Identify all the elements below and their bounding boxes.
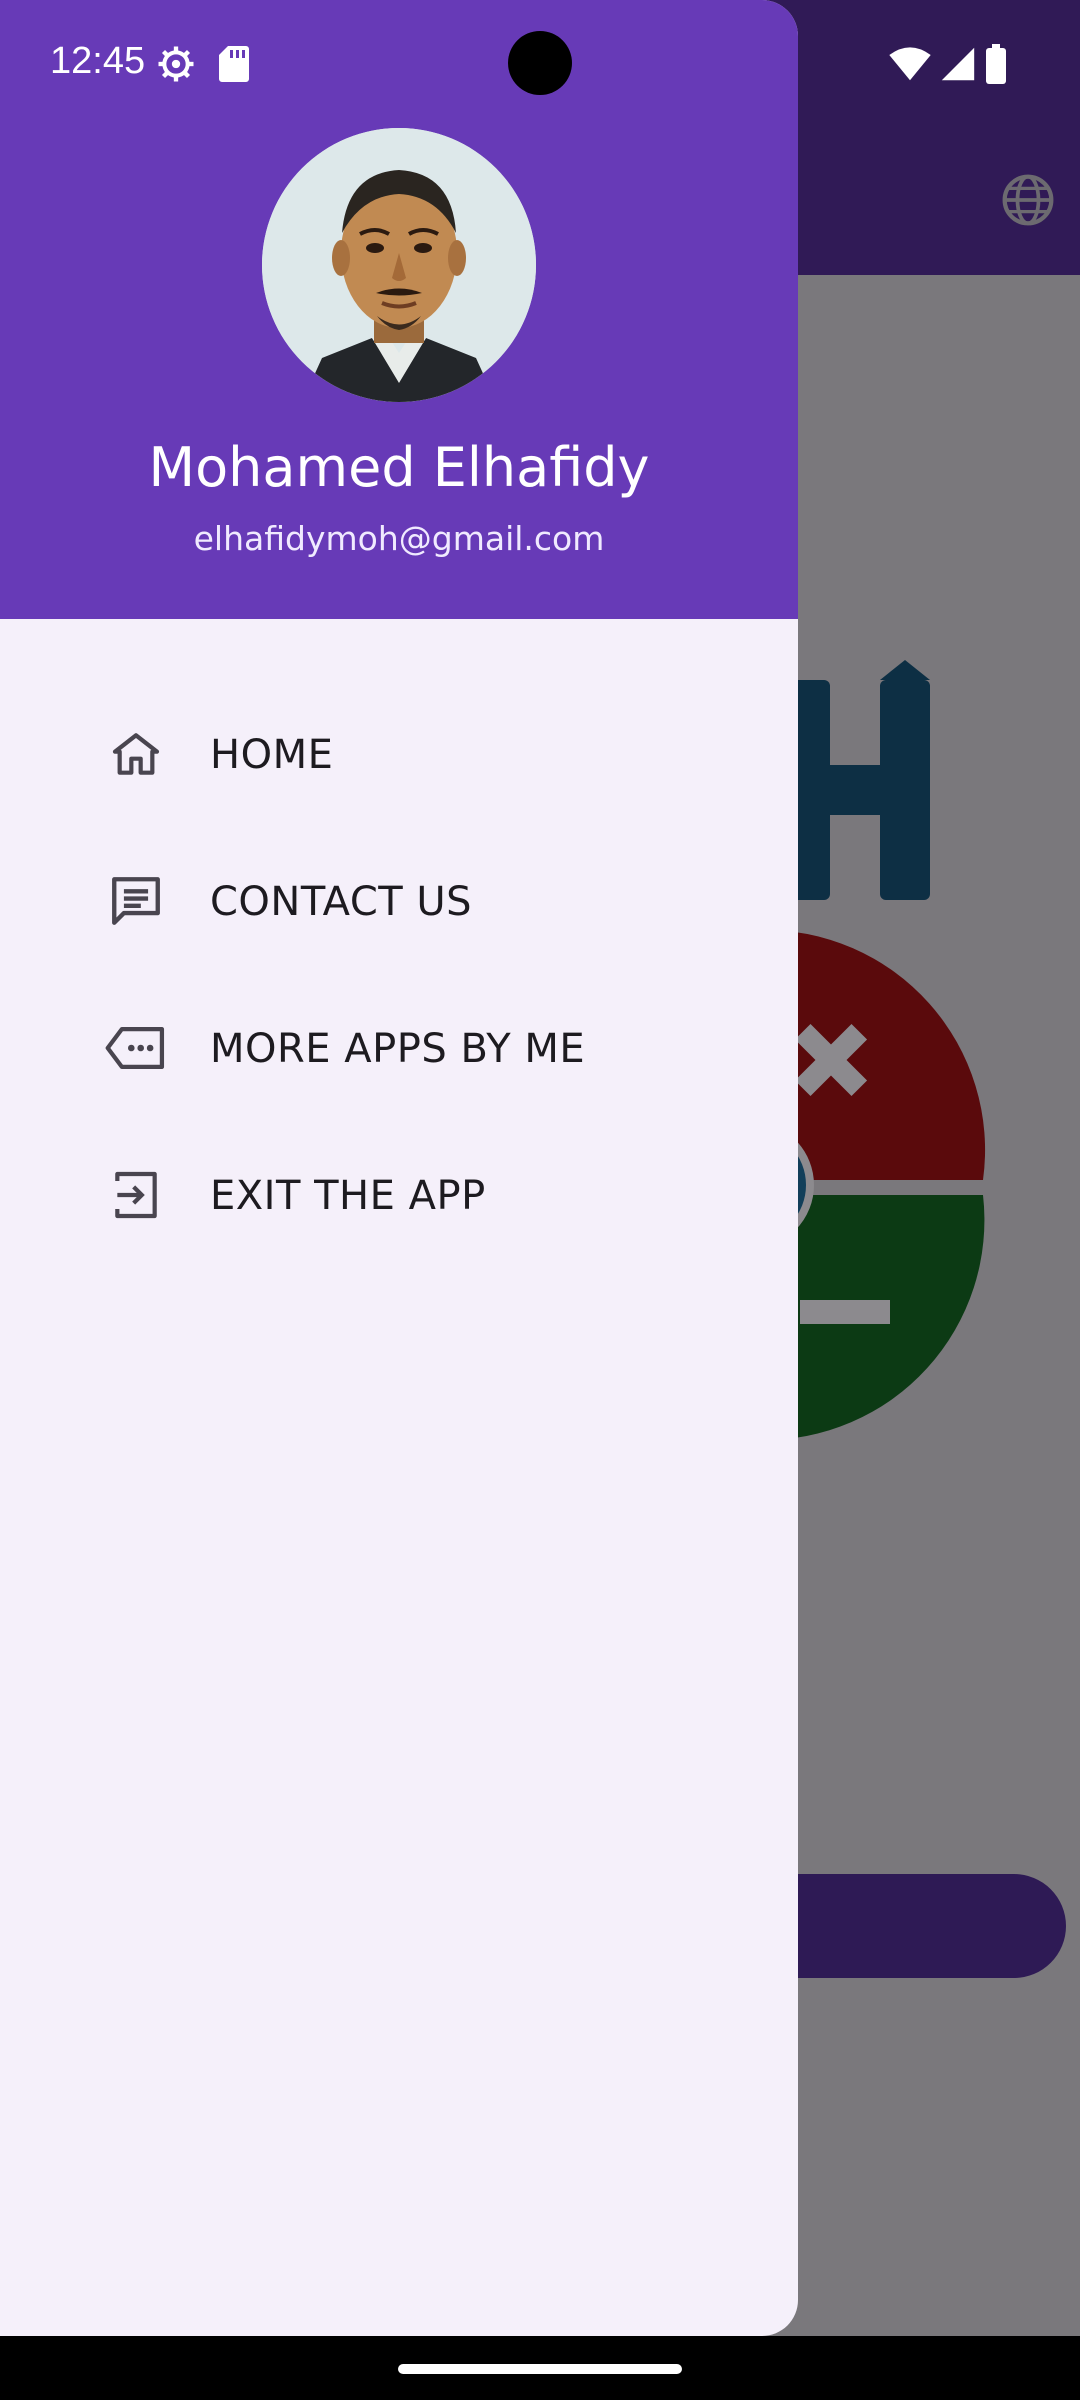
menu-item-label: HOME <box>210 732 334 778</box>
menu-item-label: CONTACT US <box>210 879 473 925</box>
camera-cutout <box>508 31 572 95</box>
profile-photo <box>262 128 536 402</box>
status-bar: 12:45 <box>0 0 1080 130</box>
more-apps-icon <box>100 1018 172 1078</box>
user-email: elhafidymoh@gmail.com <box>193 519 605 558</box>
avatar <box>262 128 536 402</box>
home-icon <box>100 724 172 784</box>
drawer-menu: HOME CONTACT US MORE APPS BY ME EXIT THE… <box>0 680 798 1268</box>
settings-icon <box>158 46 194 82</box>
language-globe-icon[interactable] <box>1000 172 1056 228</box>
signal-icon <box>941 47 975 81</box>
exit-icon <box>100 1165 172 1225</box>
menu-item-exit[interactable]: EXIT THE APP <box>0 1121 798 1268</box>
menu-item-label: EXIT THE APP <box>210 1173 486 1219</box>
user-name: Mohamed Elhafidy <box>148 436 650 499</box>
menu-item-more-apps[interactable]: MORE APPS BY ME <box>0 974 798 1121</box>
status-time: 12:45 <box>50 40 146 82</box>
home-gesture-handle[interactable] <box>398 2364 682 2374</box>
sd-card-icon <box>219 46 249 82</box>
system-navigation-bar <box>0 2336 1080 2400</box>
navigation-drawer: Mohamed Elhafidy elhafidymoh@gmail.com H… <box>0 0 798 2336</box>
battery-icon <box>986 44 1006 84</box>
background-app-logo <box>760 660 986 1441</box>
menu-item-home[interactable]: HOME <box>0 680 798 827</box>
menu-item-contact-us[interactable]: CONTACT US <box>0 827 798 974</box>
wifi-icon <box>889 47 931 81</box>
menu-item-label: MORE APPS BY ME <box>210 1026 586 1072</box>
message-icon <box>100 871 172 931</box>
